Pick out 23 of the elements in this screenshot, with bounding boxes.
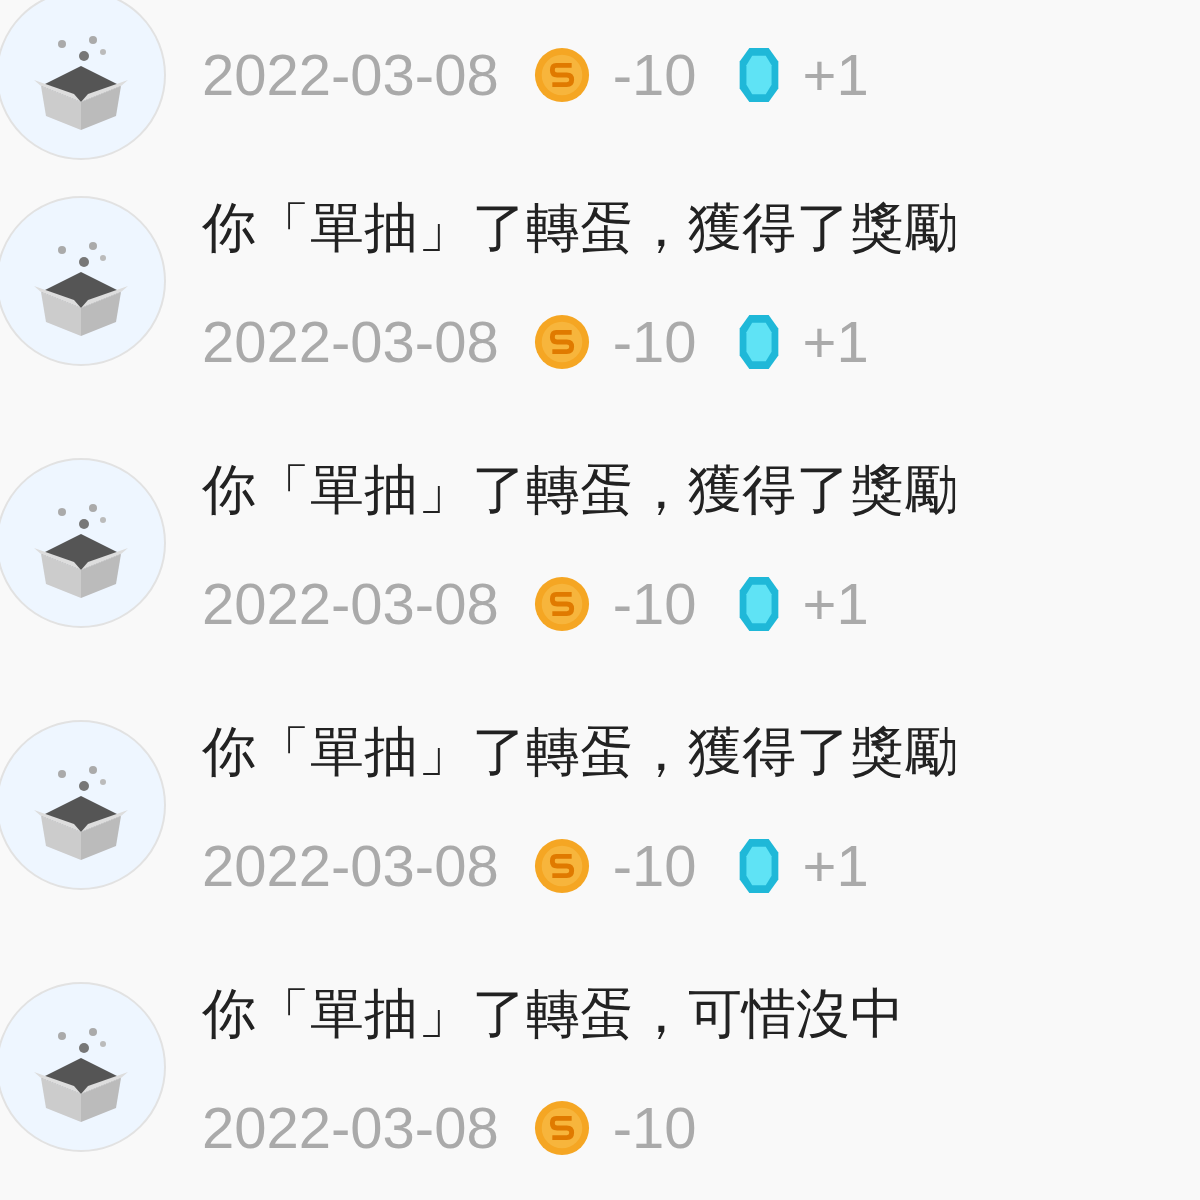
reward-amount: -10 bbox=[612, 1098, 697, 1157]
reward-amount: +1 bbox=[802, 46, 869, 104]
reward-amount: -10 bbox=[612, 46, 697, 104]
coin-icon bbox=[532, 46, 591, 104]
coin-icon bbox=[532, 1098, 591, 1157]
reward-amount: -10 bbox=[612, 836, 697, 895]
record-title: 你「單抽」了轉蛋，獲得了獎勵 bbox=[202, 718, 958, 785]
reward-amount: +1 bbox=[802, 574, 869, 633]
record-title: 你「單抽」了轉蛋，可惜沒中 bbox=[202, 980, 904, 1047]
record-title: 你「單抽」了轉蛋，獲得了獎勵 bbox=[202, 194, 958, 261]
reward-amount: +1 bbox=[802, 836, 869, 895]
coin-icon bbox=[532, 574, 591, 633]
reward-amount: -10 bbox=[612, 312, 697, 371]
record-date: 2022-03-08 bbox=[202, 1098, 499, 1157]
record-date: 2022-03-08 bbox=[202, 312, 499, 371]
reward-amount: +1 bbox=[802, 312, 869, 371]
coin-icon bbox=[532, 312, 591, 371]
record-date: 2022-03-08 bbox=[202, 836, 499, 895]
record-date: 2022-03-08 bbox=[202, 46, 499, 104]
record-date: 2022-03-08 bbox=[202, 574, 499, 633]
coin-icon bbox=[532, 836, 591, 895]
reward-amount: -10 bbox=[612, 574, 697, 633]
record-title: 你「單抽」了轉蛋，獲得了獎勵 bbox=[202, 456, 958, 523]
